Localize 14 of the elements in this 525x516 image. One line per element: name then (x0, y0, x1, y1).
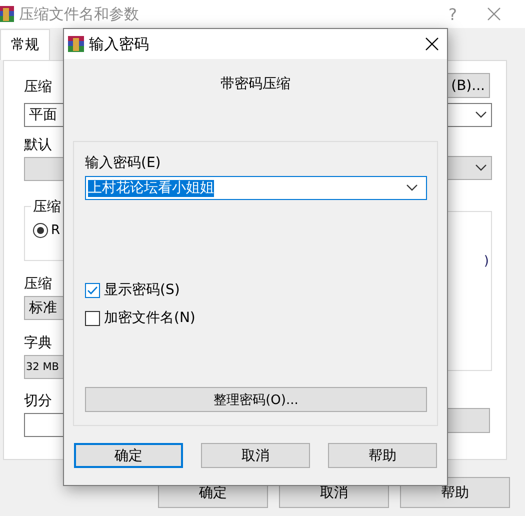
field-label: 压缩 (24, 276, 52, 293)
window-title: 压缩文件名和参数 (19, 4, 140, 24)
group-label: 压缩 (31, 198, 63, 216)
field-label: 字典 (24, 335, 52, 352)
radio-label: R (51, 223, 60, 238)
password-label: 输入密码(E) (85, 154, 161, 172)
field-label: 切分 (24, 393, 52, 410)
option-label: ) (484, 254, 489, 269)
checkbox-label: 加密文件名(N) (104, 309, 196, 327)
dialog-title: 输入密码 (89, 34, 150, 54)
field-label: 压缩 (24, 79, 52, 96)
field-label: 默认 (24, 137, 52, 154)
dialog-heading: 带密码压缩 (220, 75, 290, 93)
checkbox-label: 显示密码(S) (104, 281, 180, 299)
